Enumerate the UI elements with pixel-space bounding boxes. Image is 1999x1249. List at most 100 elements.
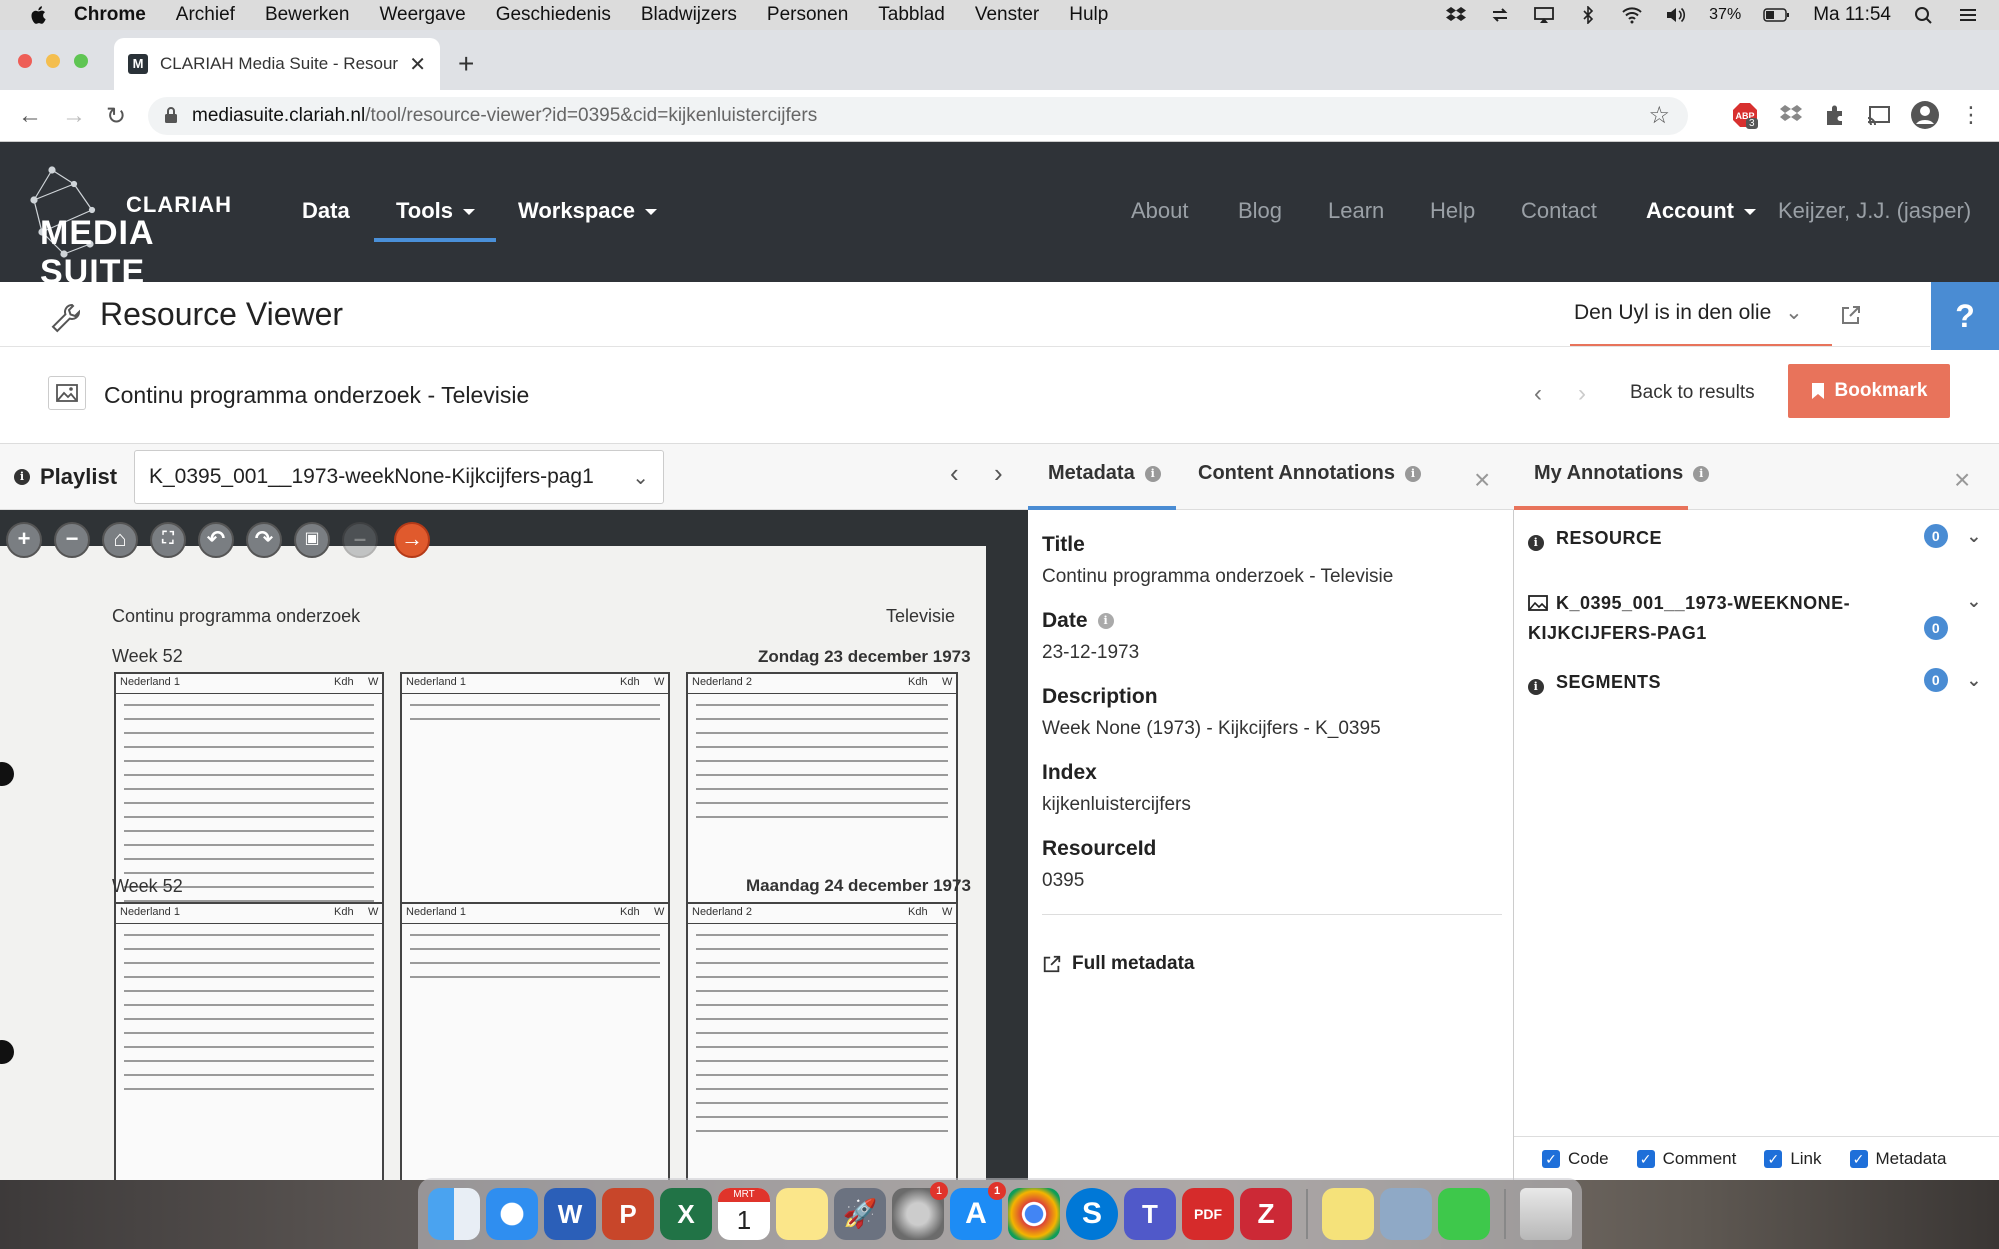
close-icon[interactable]: × [1954, 464, 1970, 496]
collection-selector[interactable]: Den Uyl is in den olie ⌄ [1574, 300, 1803, 325]
menu-venster[interactable]: Venster [975, 4, 1039, 26]
adblock-extension-icon[interactable]: ABP 3 [1732, 102, 1758, 129]
zoom-out-button[interactable]: − [54, 522, 90, 558]
filter-code-checkbox[interactable]: ✓ Code [1542, 1149, 1609, 1169]
annotation-group-resource[interactable]: i RESOURCE 0 ⌄ [1528, 524, 1988, 558]
teams-icon[interactable]: T [1124, 1187, 1176, 1240]
chevron-down-icon[interactable]: ⌄ [1966, 526, 1982, 547]
menubar-clock[interactable]: Ma 11:54 [1813, 4, 1891, 26]
window-close-button[interactable] [18, 54, 32, 68]
window-zoom-button[interactable] [74, 54, 88, 68]
stickies-icon[interactable] [1322, 1187, 1374, 1240]
bluetooth-icon[interactable] [1577, 6, 1599, 24]
menu-geschiedenis[interactable]: Geschiedenis [496, 4, 611, 26]
bookmark-star-icon[interactable]: ☆ [1648, 101, 1670, 130]
calendar-icon[interactable]: MRT 1 [718, 1187, 770, 1240]
nav-blog[interactable]: Blog [1238, 198, 1282, 224]
tab-close-icon[interactable]: ✕ [409, 52, 426, 77]
nav-workspace[interactable]: Workspace [518, 198, 657, 224]
back-arrow-icon[interactable]: ← [18, 102, 42, 130]
control-center-icon[interactable] [1957, 6, 1979, 24]
menu-weergave[interactable]: Weergave [379, 4, 465, 26]
nav-learn[interactable]: Learn [1328, 198, 1384, 224]
annotation-group-segments[interactable]: i SEGMENTS 0 ⌄ [1528, 668, 1988, 702]
next-resource-chevron-icon[interactable]: › [1578, 380, 1586, 408]
previous-resource-chevron-icon[interactable]: ‹ [1534, 380, 1542, 408]
skype-icon[interactable]: S [1066, 1187, 1118, 1240]
excel-icon[interactable]: X [660, 1187, 712, 1240]
tab-content-annotations[interactable]: Content Annotations i [1198, 462, 1422, 485]
preview-icon[interactable] [1380, 1187, 1432, 1240]
tab-metadata[interactable]: Metadata i [1048, 462, 1161, 485]
word-icon[interactable]: W [544, 1187, 596, 1240]
menu-bladwijzers[interactable]: Bladwijzers [641, 4, 737, 26]
cast-icon[interactable] [1866, 102, 1892, 128]
nav-about[interactable]: About [1131, 198, 1189, 224]
safari-icon[interactable] [486, 1187, 538, 1240]
menu-bewerken[interactable]: Bewerken [265, 4, 350, 26]
wifi-icon[interactable] [1621, 6, 1643, 24]
playlist-select[interactable]: K_0395_001__1973-weekNone-Kijkcijfers-pa… [134, 450, 664, 504]
app-store-icon[interactable]: A1 [950, 1181, 1006, 1240]
lock-icon[interactable] [164, 106, 178, 124]
nav-help[interactable]: Help [1430, 198, 1475, 224]
info-icon[interactable]: i [1405, 465, 1422, 482]
back-to-results-link[interactable]: Back to results [1630, 382, 1755, 404]
battery-icon[interactable] [1763, 6, 1791, 24]
system-preferences-gear-icon[interactable]: 1 [892, 1181, 948, 1240]
facetime-icon[interactable] [1438, 1187, 1490, 1240]
nav-user-name[interactable]: Keijzer, J.J. (jasper) [1778, 198, 1971, 224]
sync-icon[interactable] [1489, 6, 1511, 24]
extensions-puzzle-icon[interactable] [1822, 102, 1848, 128]
nav-account[interactable]: Account [1646, 198, 1756, 224]
help-button[interactable]: ? [1931, 282, 1999, 350]
info-icon[interactable]: i [14, 469, 30, 485]
home-button[interactable]: ⌂ [102, 522, 138, 558]
zoom-in-button[interactable]: + [6, 522, 42, 558]
nav-contact[interactable]: Contact [1521, 198, 1597, 224]
info-icon[interactable]: i [1528, 535, 1544, 551]
fullscreen-button[interactable]: ⛶ [150, 522, 186, 558]
chevron-down-icon[interactable]: ⌄ [1966, 670, 1982, 691]
volume-icon[interactable] [1665, 6, 1687, 24]
info-icon[interactable]: i [1528, 679, 1544, 695]
forward-arrow-icon[interactable]: → [62, 102, 86, 130]
airplay-icon[interactable] [1533, 6, 1555, 24]
profile-avatar-icon[interactable] [1910, 100, 1940, 130]
external-link-icon[interactable] [1840, 304, 1862, 326]
window-minimize-button[interactable] [46, 54, 60, 68]
reload-icon[interactable]: ↻ [106, 102, 126, 131]
apple-icon[interactable] [28, 4, 50, 26]
filter-metadata-checkbox[interactable]: ✓ Metadata [1849, 1149, 1946, 1169]
previous-page-button[interactable]: – [342, 522, 378, 558]
new-tab-plus-icon[interactable]: + [458, 48, 474, 80]
nav-data[interactable]: Data [302, 198, 350, 224]
playlist-next-chevron-icon[interactable]: › [994, 458, 1003, 489]
browser-tab-active[interactable]: M CLARIAH Media Suite - Resour ✕ [114, 38, 440, 90]
zotero-icon[interactable]: Z [1240, 1187, 1292, 1240]
notes-icon[interactable] [776, 1187, 828, 1240]
menu-personen[interactable]: Personen [767, 4, 848, 26]
browser-menu-kebab-icon[interactable]: ⋮ [1960, 102, 1982, 128]
document-viewer[interactable]: Continu programma onderzoek Televisie We… [0, 510, 1028, 1180]
dropbox-extension-icon[interactable] [1778, 102, 1804, 128]
menu-hulp[interactable]: Hulp [1069, 4, 1108, 26]
rotate-right-button[interactable]: ↷ [246, 522, 282, 558]
playlist-prev-chevron-icon[interactable]: ‹ [950, 458, 959, 489]
flip-button[interactable]: ▣ [294, 522, 330, 558]
finder-icon[interactable] [428, 1187, 480, 1240]
trash-icon[interactable] [1520, 1187, 1572, 1240]
filter-comment-checkbox[interactable]: ✓ Comment [1636, 1149, 1736, 1169]
close-icon[interactable]: × [1474, 464, 1490, 496]
powerpoint-icon[interactable]: P [602, 1187, 654, 1240]
chrome-icon[interactable] [1008, 1187, 1060, 1240]
filter-link-checkbox[interactable]: ✓ Link [1764, 1149, 1822, 1169]
chevron-down-icon[interactable]: ⌄ [1966, 586, 1982, 616]
spotlight-search-icon[interactable] [1913, 6, 1935, 24]
menu-tabblad[interactable]: Tabblad [878, 4, 945, 26]
menu-archief[interactable]: Archief [176, 4, 235, 26]
dropbox-icon[interactable] [1445, 6, 1467, 24]
mediasuite-logo[interactable]: CLARIAH MEDIA SUITE [22, 160, 262, 291]
menu-chrome[interactable]: Chrome [74, 4, 146, 26]
next-page-button[interactable]: → [394, 522, 430, 558]
